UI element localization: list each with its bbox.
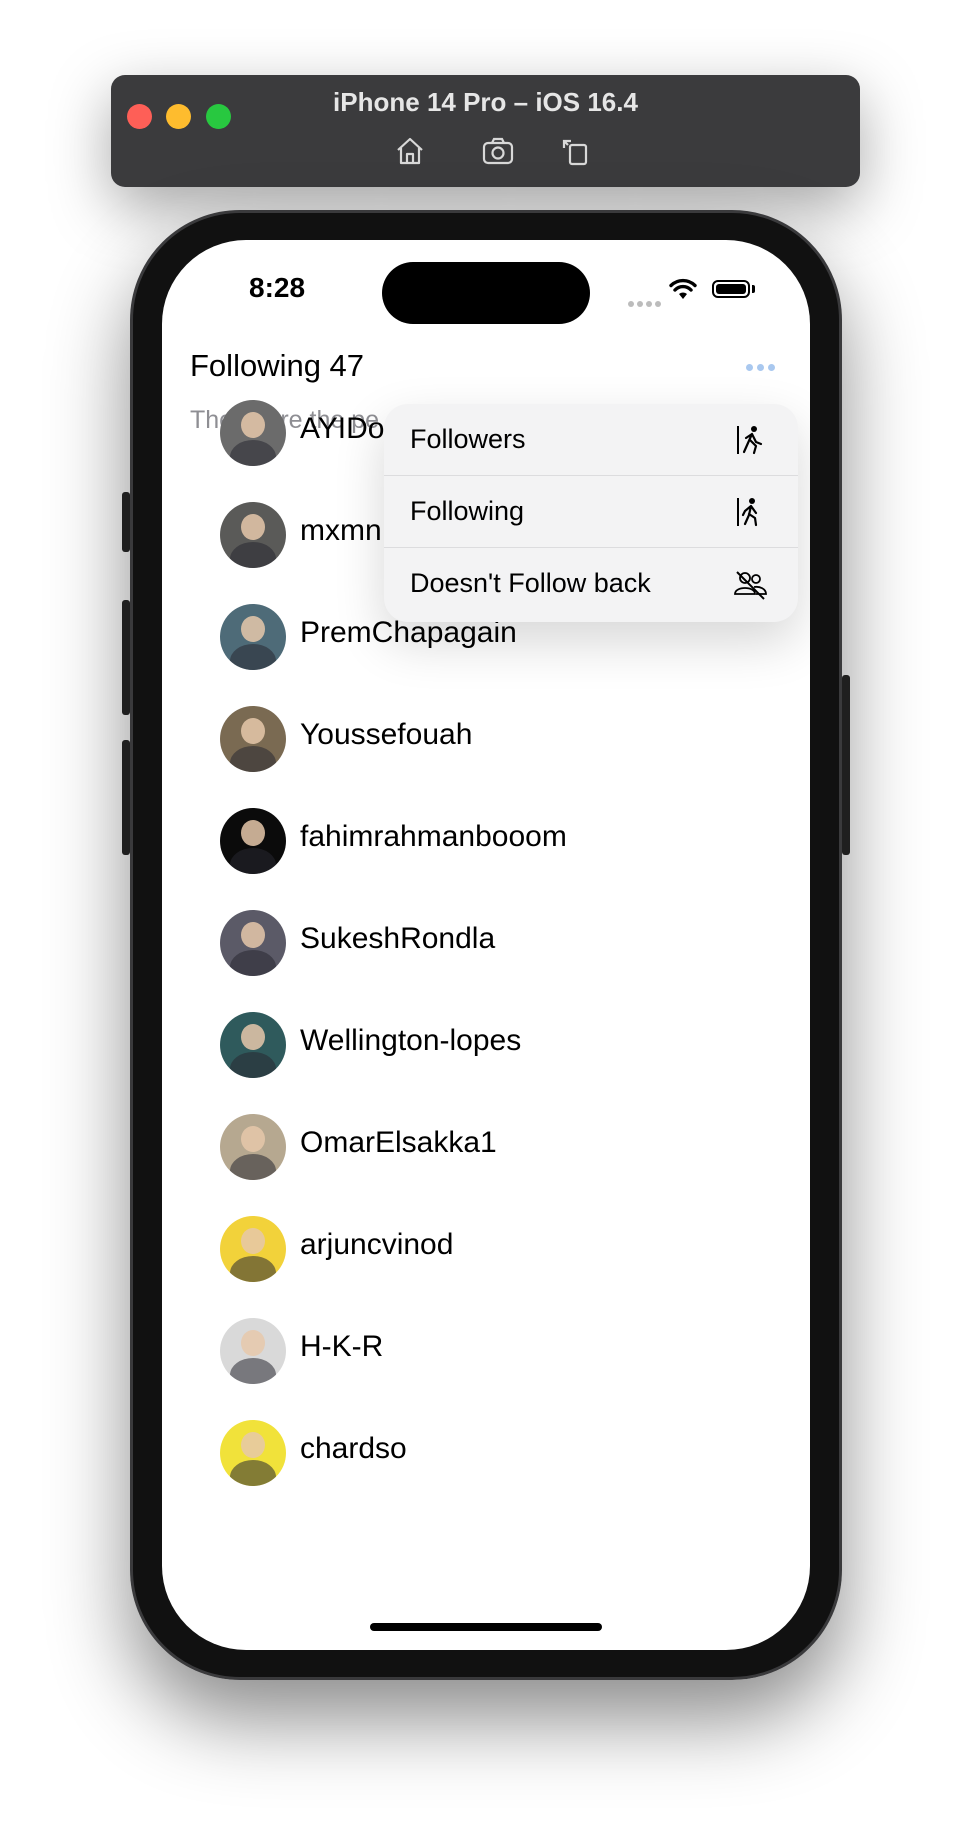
volume-down-button xyxy=(122,740,130,855)
avatar xyxy=(220,502,286,568)
simulator-title: iPhone 14 Pro – iOS 16.4 xyxy=(333,87,638,117)
username: arjuncvinod xyxy=(300,1228,454,1261)
avatar xyxy=(220,604,286,670)
silent-switch xyxy=(122,492,130,552)
avatar xyxy=(220,1012,286,1078)
menu-item-doesnt-follow-back[interactable]: Doesn't Follow back xyxy=(384,548,798,620)
power-button xyxy=(842,675,850,855)
avatar xyxy=(220,1318,286,1384)
avatar xyxy=(220,910,286,976)
signal-icon xyxy=(628,294,664,312)
username: fahimrahmanbooom xyxy=(300,820,567,853)
menu-item-label: Doesn't Follow back xyxy=(410,568,651,598)
menu-item-label: Following xyxy=(410,496,525,526)
screenshot-icon[interactable] xyxy=(481,134,515,168)
username: H-K-R xyxy=(300,1330,384,1363)
menu-item-label: Followers xyxy=(410,424,526,454)
home-icon[interactable] xyxy=(393,134,427,168)
status-time: 8:28 xyxy=(249,272,306,303)
filter-menu: Followers Following Doesn't Follow back xyxy=(384,404,798,622)
rotate-icon[interactable] xyxy=(558,134,592,168)
username: chardso xyxy=(300,1432,407,1465)
page-title: Following 47 xyxy=(190,348,365,383)
avatar xyxy=(220,1216,286,1282)
avatar xyxy=(220,1114,286,1180)
person-walking-out-icon xyxy=(737,426,763,455)
avatar xyxy=(220,808,286,874)
person-slash-icon xyxy=(734,571,767,600)
dynamic-island xyxy=(382,262,590,324)
phone-screen: 8:28 Following 47 These are the pe AYIDo… xyxy=(162,240,810,1650)
username: AYIDo xyxy=(300,412,385,445)
person-walking-in-icon xyxy=(737,498,758,527)
menu-item-followers[interactable]: Followers xyxy=(384,404,798,476)
username: OmarElsakka1 xyxy=(300,1126,497,1159)
more-options-icon[interactable] xyxy=(746,358,786,374)
menu-item-following[interactable]: Following xyxy=(384,476,798,548)
volume-up-button xyxy=(122,600,130,715)
battery-icon xyxy=(712,280,750,298)
simulator-window-bar: iPhone 14 Pro – iOS 16.4 xyxy=(111,75,860,187)
avatar xyxy=(220,400,286,466)
username: mxmn xyxy=(300,514,382,547)
home-indicator[interactable] xyxy=(370,1623,602,1631)
avatar xyxy=(220,706,286,772)
wifi-icon xyxy=(669,278,697,299)
username: SukeshRondla xyxy=(300,922,496,955)
avatar xyxy=(220,1420,286,1486)
username: Wellington-lopes xyxy=(300,1024,522,1057)
username: Youssefouah xyxy=(300,718,473,751)
